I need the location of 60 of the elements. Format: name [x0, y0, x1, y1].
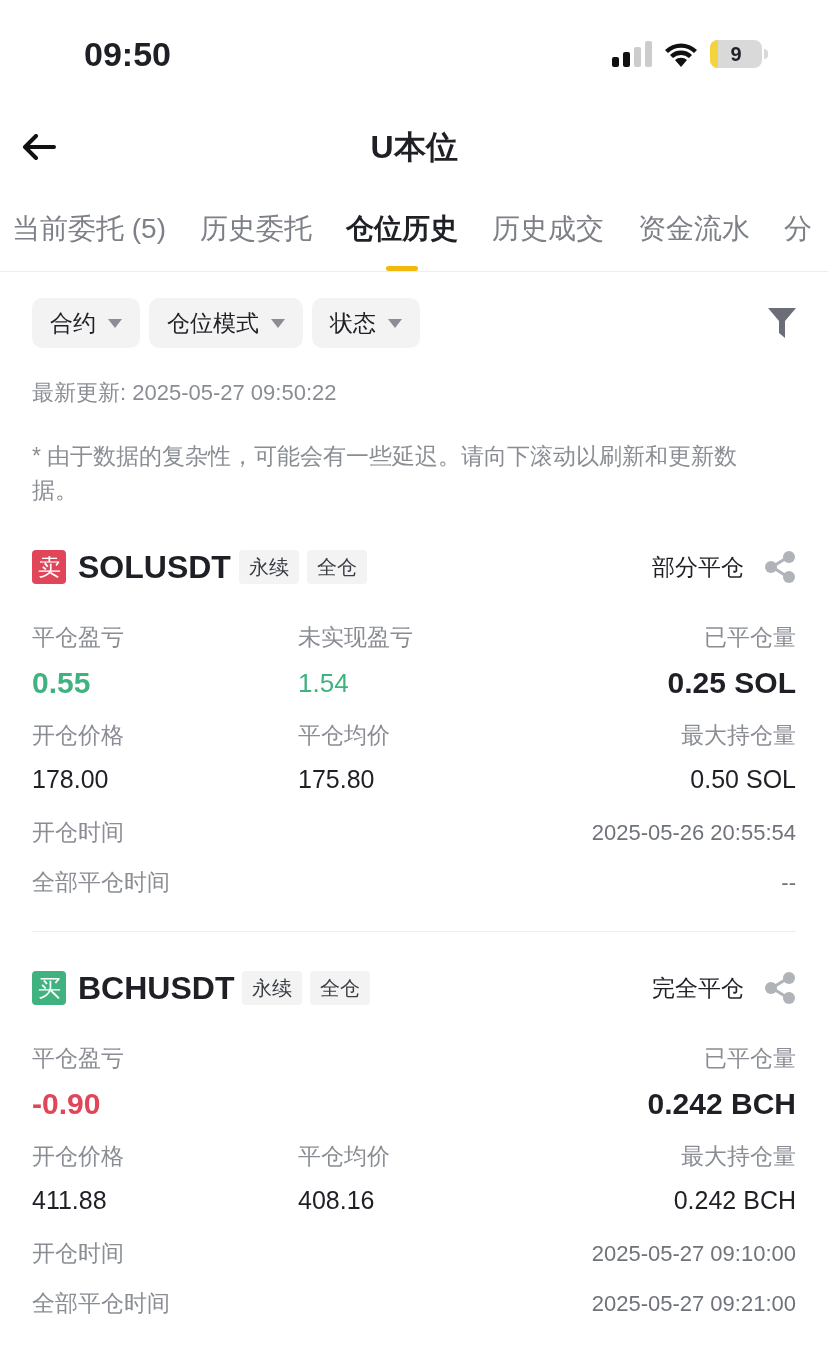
- back-arrow-icon[interactable]: [22, 134, 56, 160]
- tab[interactable]: 分: [784, 186, 812, 271]
- field-label: 全部平仓时间: [32, 867, 170, 897]
- field-label: 已平仓量: [704, 623, 796, 652]
- field-label: 开仓时间: [32, 1238, 124, 1268]
- tab[interactable]: 历史委托: [200, 186, 312, 271]
- field-value: 0.242 BCH: [647, 1086, 796, 1122]
- tab[interactable]: 历史成交: [492, 186, 604, 271]
- filter-dropdown[interactable]: 合约: [32, 298, 140, 348]
- field-label: 平仓均价: [298, 1142, 390, 1171]
- field-value: 408.16: [298, 1185, 375, 1216]
- field-label: 最大持仓量: [681, 721, 796, 750]
- field-label: 未实现盈亏: [298, 623, 413, 652]
- position-status: 部分平仓: [652, 552, 744, 582]
- delay-note: * 由于数据的复杂性，可能会有一些延迟。请向下滚动以刷新和更新数据。: [32, 442, 739, 505]
- tag: 全仓: [306, 550, 367, 584]
- tab[interactable]: 当前委托 (5): [12, 186, 166, 271]
- caret-icon: [388, 318, 402, 328]
- field-label: 平仓盈亏: [32, 1044, 124, 1073]
- tab[interactable]: 仓位历史: [346, 186, 458, 271]
- wifi-icon: [664, 41, 698, 67]
- field-value: --: [781, 868, 796, 897]
- field-label: 最大持仓量: [681, 1142, 796, 1171]
- field-value: 0.55: [32, 665, 91, 701]
- field-label: 平仓均价: [298, 721, 390, 750]
- status-time: 09:50: [84, 33, 171, 75]
- field-value: 2025-05-27 09:21:00: [591, 1289, 796, 1318]
- page-title: U本位: [370, 128, 458, 167]
- field-value: -0.90: [32, 1086, 101, 1122]
- field-value: 411.88: [32, 1185, 107, 1216]
- field-value: 175.80: [298, 764, 375, 795]
- signal-icon: [612, 41, 652, 67]
- field-value: 2025-05-27 09:10:00: [591, 1239, 796, 1268]
- field-value: 2025-05-26 20:55:54: [591, 818, 796, 847]
- field-value: 178.00: [32, 764, 109, 795]
- filter-icon[interactable]: [768, 308, 796, 338]
- field-value: 1.54: [298, 667, 349, 700]
- field-value: 0.25 SOL: [667, 665, 796, 701]
- field-label: 开仓价格: [32, 1142, 124, 1171]
- filter-dropdown[interactable]: 仓位模式: [149, 298, 303, 348]
- field-label: 开仓价格: [32, 721, 124, 750]
- update-time: 最新更新: 2025-05-27 09:50:22: [32, 379, 338, 407]
- symbol: BCHUSDT: [78, 969, 235, 1008]
- position-status: 完全平仓: [652, 973, 744, 1003]
- field-label: 平仓盈亏: [32, 623, 124, 652]
- filter-dropdown[interactable]: 状态: [312, 298, 420, 348]
- field-value: 0.242 BCH: [673, 1185, 796, 1216]
- field-label: 全部平仓时间: [32, 1288, 170, 1318]
- tag: 永续: [238, 550, 299, 584]
- tag: 永续: [242, 971, 303, 1005]
- tab[interactable]: 资金流水: [638, 186, 750, 271]
- side-badge: 卖: [32, 550, 66, 584]
- side-badge: 买: [32, 971, 66, 1005]
- symbol: SOLUSDT: [78, 548, 231, 587]
- field-label: 已平仓量: [704, 1044, 796, 1073]
- field-value: 0.50 SOL: [690, 764, 796, 795]
- field-label: 开仓时间: [32, 817, 124, 847]
- caret-icon: [271, 318, 285, 328]
- caret-icon: [108, 318, 122, 328]
- tag: 全仓: [310, 971, 371, 1005]
